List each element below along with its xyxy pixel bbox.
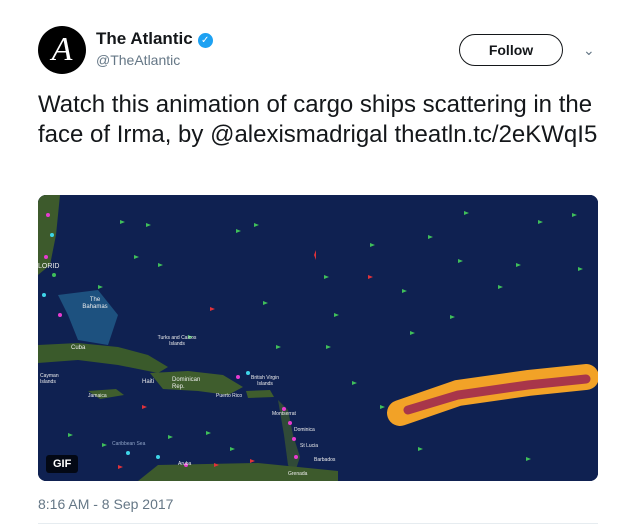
follow-button[interactable]: Follow	[459, 34, 563, 66]
map-label-caribbean-sea: Caribbean Sea	[112, 441, 146, 447]
map-svg	[38, 195, 598, 481]
map-label-aruba: Aruba	[178, 461, 192, 467]
map-label-barbados: Barbados	[314, 457, 336, 463]
chevron-down-icon[interactable]: ⌄	[583, 42, 595, 59]
tweet-url-link[interactable]: theatln.tc/2eKWqI5	[395, 121, 598, 148]
tweet-text: Watch this animation of cargo ships scat…	[38, 90, 598, 150]
tweet-timestamp[interactable]: 8:16 AM - 8 Sep 2017	[38, 496, 173, 512]
map-label-haiti: Haiti	[142, 379, 155, 385]
map-label-grenada: Grenada	[288, 471, 308, 477]
map-label-turks: Turks and Caicos Islands	[157, 335, 197, 347]
divider	[38, 523, 598, 524]
gif-badge: GIF	[46, 455, 79, 473]
avatar-letter: A	[51, 31, 73, 68]
verified-icon: ✓	[197, 33, 213, 48]
map-label-florida: LORID	[38, 263, 60, 270]
map-label-puerto-rico: Puerto Rico	[216, 393, 243, 399]
gif-media[interactable]: LORID The Bahamas Cuba Turks and Caicos …	[38, 195, 598, 481]
author-name-text: The Atlantic	[96, 29, 193, 48]
map-label-bahamas: The Bahamas	[82, 297, 108, 310]
map-label-montserrat: Montserrat	[272, 411, 296, 417]
map-label-jamaica: Jamaica	[88, 393, 107, 399]
map-label-dominica: Dominica	[294, 427, 315, 433]
mention-link[interactable]: @alexismadrigal	[210, 121, 388, 148]
author-avatar[interactable]: A	[38, 26, 86, 74]
map-label-bvi: British Virgin Islands	[251, 375, 279, 387]
map-label-cayman: Cayman Islands	[40, 373, 59, 385]
map-label-cuba: Cuba	[71, 345, 86, 351]
map-label-dominican: Dominican Rep.	[172, 377, 201, 390]
author-name[interactable]: The Atlantic ✓	[96, 29, 213, 49]
map-label-st-lucia: St Lucia	[300, 443, 319, 449]
author-handle[interactable]: @TheAtlantic	[96, 52, 180, 68]
